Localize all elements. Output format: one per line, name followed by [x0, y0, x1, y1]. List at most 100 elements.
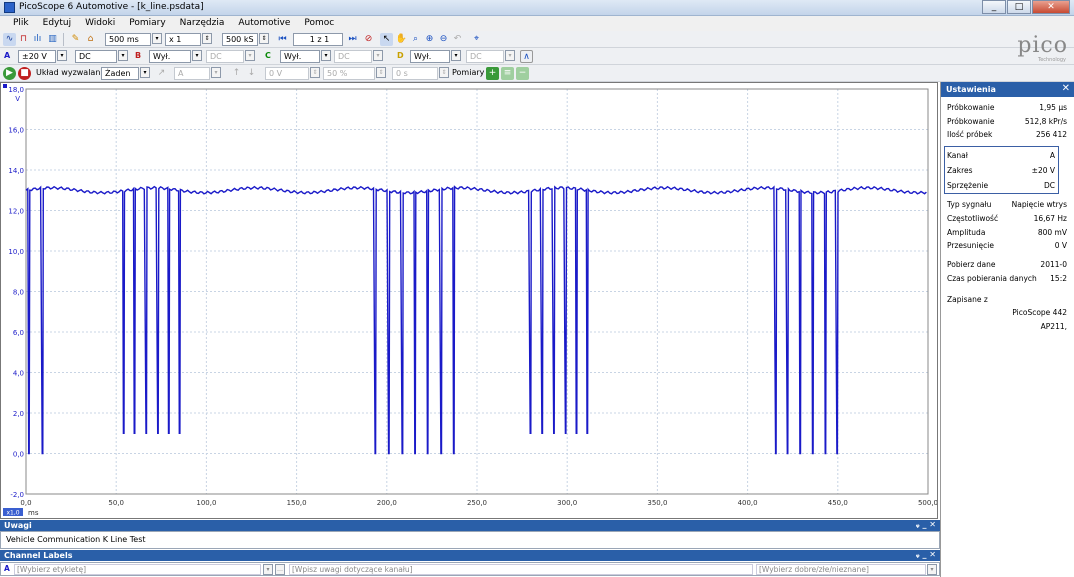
- last-buffer-icon[interactable]: ⏭: [346, 33, 359, 46]
- timebase-field[interactable]: 500 ms: [105, 33, 151, 46]
- channel-note-input[interactable]: [Wpisz uwagi dotyczące kanału]: [289, 564, 753, 575]
- channel-status-dropdown-icon[interactable]: ▾: [927, 564, 937, 575]
- notes-text[interactable]: Vehicle Communication K Line Test: [0, 531, 940, 549]
- samples-field[interactable]: 500 kS: [222, 33, 258, 46]
- sample-count-label: Ilość próbek: [947, 130, 993, 139]
- channel-a-range[interactable]: ±20 V: [18, 50, 56, 63]
- frequency-label: Częstotliwość: [947, 214, 999, 223]
- wizard-icon[interactable]: ✎: [69, 33, 82, 46]
- saved-serial-value: AP211,: [1040, 322, 1067, 331]
- y-tick-label: 2,0: [13, 410, 24, 418]
- amplitude-value: 800 mV: [1037, 228, 1067, 237]
- minimize-button[interactable]: _: [982, 0, 1006, 14]
- channel-marker: [3, 84, 7, 88]
- notes-title: Uwagi: [4, 521, 32, 530]
- channel-label-select[interactable]: [Wybierz etykietę]: [14, 564, 261, 575]
- menu-tools[interactable]: Narzędzia: [173, 16, 232, 31]
- scope-mode-icon[interactable]: ∿: [3, 33, 16, 46]
- view-options-icon[interactable]: ▥: [46, 33, 59, 46]
- channel-toolbar: A ±20 V ▾ DC ▾ B Wył. ▾ DC ▾ C Wył. ▾ DC…: [0, 48, 1074, 65]
- notes-header: Uwagi ᵩ _ ✕: [0, 520, 940, 531]
- y-tick-label: 8,0: [13, 289, 24, 297]
- zoom-out-icon[interactable]: ⊖: [437, 33, 450, 46]
- maximize-button[interactable]: □: [1007, 0, 1031, 14]
- range-label: Zakres: [947, 166, 973, 175]
- channel-c-range[interactable]: Wył.: [280, 50, 320, 63]
- trigger-edge-icon: ↗: [157, 68, 166, 78]
- scale-badge: x1,0: [6, 510, 19, 517]
- coupling-label: Sprzężenie: [947, 181, 989, 190]
- channel-c-coupling: DC: [334, 50, 372, 63]
- sample-count-value: 256 412: [1035, 130, 1067, 139]
- menu-help[interactable]: Pomoc: [297, 16, 341, 31]
- trigger-mode-dropdown-icon[interactable]: ▾: [140, 67, 150, 78]
- settings-panel-title: Ustawienia: [946, 85, 996, 94]
- channel-b-range[interactable]: Wył.: [149, 50, 191, 63]
- channel-d-range-dropdown-icon[interactable]: ▾: [451, 50, 461, 61]
- edit-measurement-icon: ≡: [501, 67, 514, 80]
- menu-views[interactable]: Widoki: [78, 16, 122, 31]
- channel-a-coupling-dropdown-icon[interactable]: ▾: [118, 50, 128, 61]
- y-tick-label: 4,0: [13, 370, 24, 378]
- add-measurement-icon[interactable]: +: [486, 67, 499, 80]
- zoom-in-icon[interactable]: ⊕: [423, 33, 436, 46]
- menu-measurements[interactable]: Pomiary: [122, 16, 172, 31]
- zoom-field[interactable]: x 1: [165, 33, 201, 46]
- trigger-toolbar: ▶ ■ Układ wyzwalania Żaden ▾ ↗ A ▾ ↑ ↓ 0…: [0, 65, 1074, 82]
- x-tick-label: 150,0: [287, 499, 307, 507]
- run-icon[interactable]: ▶: [3, 67, 16, 80]
- first-buffer-icon[interactable]: ⏮: [276, 33, 289, 46]
- channel-c-range-dropdown-icon[interactable]: ▾: [321, 50, 331, 61]
- spectrum-mode-icon[interactable]: ılı: [31, 33, 44, 46]
- title-bar: PicoScope 6 Automotive - [k_line.psdata]…: [0, 0, 1074, 16]
- y-tick-label: -2,0: [10, 491, 24, 499]
- channel-a-range-dropdown-icon[interactable]: ▾: [57, 50, 67, 61]
- notes-window-controls[interactable]: ᵩ _ ✕: [916, 520, 936, 529]
- measurements-label: Pomiary: [452, 68, 485, 77]
- zoom-stepper-icon[interactable]: ⇕: [202, 33, 212, 44]
- saved-device-value: PicoScope 442: [1012, 308, 1067, 317]
- home-icon[interactable]: ⌂: [84, 33, 97, 46]
- samples-stepper-icon[interactable]: ⇕: [259, 33, 269, 44]
- menu-bar: Plik Edytuj Widoki Pomiary Narzędzia Aut…: [0, 16, 1074, 31]
- channel-labels-window-controls[interactable]: ᵩ _ ✕: [916, 550, 936, 559]
- channel-labels-title: Channel Labels: [4, 551, 73, 560]
- channel-label-dropdown-icon[interactable]: ▾: [263, 564, 273, 575]
- channel-d-coupling-dropdown-icon: ▾: [505, 50, 515, 61]
- capture-time-value: 15:2: [1050, 274, 1067, 283]
- channel-b-range-dropdown-icon[interactable]: ▾: [192, 50, 202, 61]
- trigger-delay: 0 s: [392, 67, 438, 80]
- menu-edit[interactable]: Edytuj: [36, 16, 78, 31]
- settings-close-icon[interactable]: ✕: [1062, 83, 1070, 94]
- rising-edge-icon: ↑: [232, 68, 241, 78]
- menu-file[interactable]: Plik: [6, 16, 36, 31]
- y-tick-label: 14,0: [8, 167, 24, 175]
- channel-d-range[interactable]: Wył.: [410, 50, 450, 63]
- hand-icon[interactable]: ✋: [395, 33, 408, 46]
- channel-status-select[interactable]: [Wybierz dobre/złe/nieznane]: [756, 564, 926, 575]
- menu-automotive[interactable]: Automotive: [231, 16, 297, 31]
- zoom-full-icon[interactable]: ⌖: [470, 33, 483, 46]
- pointer-icon[interactable]: ↖: [380, 33, 393, 46]
- channel-a-label: A: [4, 51, 11, 60]
- close-button[interactable]: ✕: [1032, 0, 1070, 14]
- undo-zoom-icon[interactable]: ↶: [451, 33, 464, 46]
- channel-d-coupling: DC: [466, 50, 504, 63]
- stop-sign-icon[interactable]: ⊘: [362, 33, 375, 46]
- trigger-mode[interactable]: Żaden: [101, 67, 139, 80]
- sample-interval-value: 1,95 µs: [1039, 103, 1067, 112]
- channel-b-coupling: DC: [206, 50, 244, 63]
- timebase-dropdown-icon[interactable]: ▾: [152, 33, 162, 44]
- waveform-chart[interactable]: 0,0 50,0 100,0 150,0 200,0 250,0 300,0 350,0 400…: [1, 83, 938, 518]
- channel-label-more-icon[interactable]: …: [275, 564, 285, 575]
- zoom-area-icon[interactable]: ⌕: [409, 33, 422, 46]
- channel-value: A: [1049, 151, 1055, 160]
- channel-a-coupling[interactable]: DC: [75, 50, 117, 63]
- stop-icon[interactable]: ■: [18, 67, 31, 80]
- x-tick-label: 100,0: [196, 499, 216, 507]
- buffer-field[interactable]: 1 z 1: [293, 33, 343, 46]
- math-channel-icon[interactable]: ∧: [520, 50, 533, 63]
- scope-view[interactable]: 0,0 50,0 100,0 150,0 200,0 250,0 300,0 350,0 400…: [0, 82, 938, 519]
- persistence-mode-icon[interactable]: ⊓: [17, 33, 30, 46]
- channel-b-label: B: [135, 51, 142, 60]
